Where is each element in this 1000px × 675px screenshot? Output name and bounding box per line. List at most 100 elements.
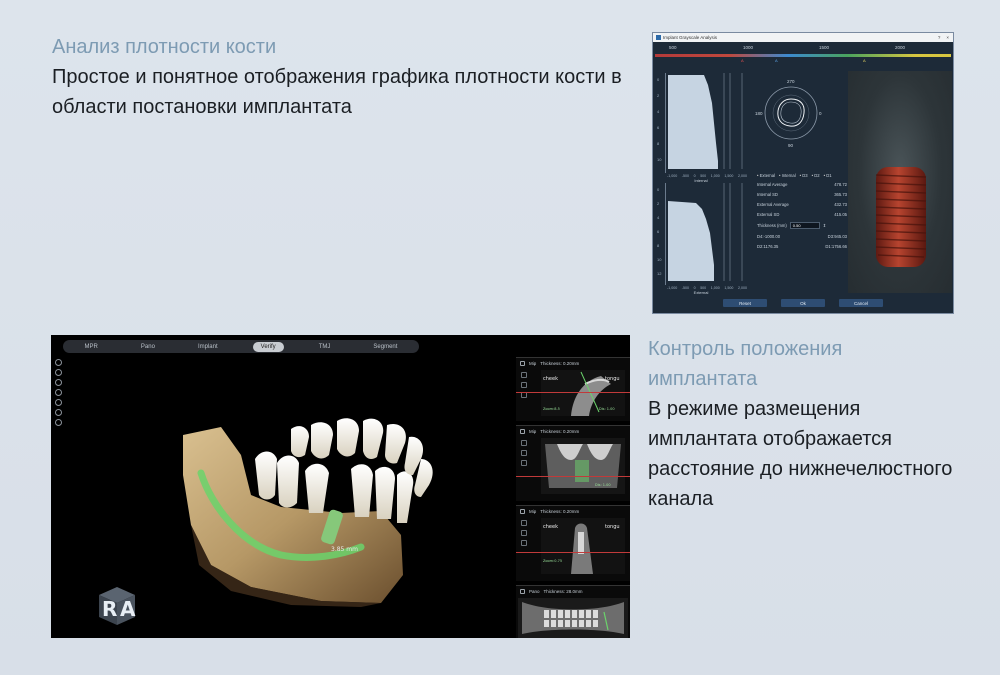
cross-section-viewport-3[interactable]: Mip Thickness: 0.20mm cheek tongu Zoom:0… bbox=[516, 505, 630, 581]
y-tick: 12 bbox=[657, 271, 662, 276]
position-heading: Контроль положения имплантата bbox=[648, 338, 843, 390]
stat-value: 365.73 bbox=[834, 192, 847, 197]
polar-label-top: 270 bbox=[787, 79, 795, 84]
orientation-cube-icon[interactable]: R A bbox=[93, 583, 143, 629]
ct-slice-image: Dis: 1.00 bbox=[541, 438, 625, 494]
ct-slice-image: cheek tongu Zoom:0.75 bbox=[541, 518, 625, 574]
tool-icon[interactable] bbox=[55, 419, 62, 426]
cube-letter-a: A bbox=[120, 597, 136, 621]
density-value: D2:1176.35 bbox=[757, 244, 779, 249]
svg-text:Zoom:0.75: Zoom:0.75 bbox=[543, 559, 562, 563]
cancel-button[interactable]: Cancel bbox=[839, 299, 883, 307]
density-value: D3:945.03 bbox=[827, 234, 847, 239]
y-tick: 4 bbox=[657, 109, 660, 114]
svg-text:Dis: 1.00: Dis: 1.00 bbox=[599, 407, 615, 411]
y-tick: 2 bbox=[657, 93, 660, 98]
spinner-icon[interactable]: ⇕ bbox=[823, 223, 827, 228]
help-button[interactable]: ? bbox=[938, 35, 941, 40]
stat-value: 415.05 bbox=[834, 212, 847, 217]
legend-item[interactable]: Internal bbox=[779, 173, 796, 178]
y-tick: 6 bbox=[657, 125, 660, 130]
stat-value: 478.72 bbox=[834, 182, 847, 187]
y-tick: 10 bbox=[657, 157, 662, 162]
thickness-label: Thickness (mm) bbox=[757, 223, 787, 228]
svg-text:Dis: 1.00: Dis: 1.00 bbox=[595, 483, 611, 487]
ct-slice-image: cheek tongu Zoom:8.5 Dis: 1.00 bbox=[541, 370, 625, 416]
tab-pano[interactable]: Pano bbox=[133, 342, 163, 352]
tool-icon[interactable] bbox=[55, 409, 62, 416]
stat-row: External SD 415.05 bbox=[757, 212, 847, 217]
external-density-area bbox=[668, 183, 743, 281]
tab-mpr[interactable]: MPR bbox=[77, 342, 106, 352]
reset-button[interactable]: Reset bbox=[723, 299, 767, 307]
stat-row: Internal Average 478.72 bbox=[757, 182, 847, 187]
y-tick: 2 bbox=[657, 201, 660, 206]
svg-text:Zoom:8.5: Zoom:8.5 bbox=[543, 407, 560, 411]
density-row: D2:1176.35 D1:1756.66 bbox=[757, 244, 847, 249]
viewport-mode: Mip bbox=[529, 361, 537, 366]
legend-item[interactable]: External bbox=[757, 173, 775, 178]
viewport-thickness: Thickness: 0.20mm bbox=[540, 509, 580, 514]
verify-window: MPR Pano Implant Verify TMJ Segment 3.85… bbox=[51, 335, 630, 638]
panoramic-image bbox=[518, 598, 628, 638]
stat-value: 432.73 bbox=[834, 202, 847, 207]
implant-3d-view[interactable] bbox=[848, 71, 952, 293]
tab-segment[interactable]: Segment bbox=[365, 342, 405, 352]
jaw-3d-render[interactable]: 3.85 mm bbox=[171, 415, 471, 615]
tool-icon[interactable] bbox=[55, 369, 62, 376]
internal-density-plot: 0 2 4 6 8 10 -1,000 -500 0 500 1,000 1,5… bbox=[655, 73, 747, 183]
density-value: D4:-1000.00 bbox=[757, 234, 781, 239]
svg-text:tongu: tongu bbox=[605, 376, 620, 382]
panoramic-viewport[interactable]: Pano Thickness: 28.0mm bbox=[516, 585, 630, 638]
stat-label: Internal SD bbox=[757, 192, 778, 197]
external-density-plot: 0 2 4 6 8 10 12 -1,000 -500 0 500 1,000 bbox=[655, 183, 747, 295]
dialog-buttons: Reset Ok Cancel bbox=[653, 299, 953, 307]
bar-marker[interactable]: A bbox=[863, 58, 866, 63]
thickness-row: Thickness (mm) 0.50 ⇕ bbox=[757, 222, 847, 229]
density-description: Простое и понятное отображения графика п… bbox=[52, 66, 622, 118]
stat-label: External Average bbox=[757, 202, 789, 207]
density-color-bar bbox=[655, 54, 951, 57]
app-icon bbox=[656, 35, 661, 40]
legend-item[interactable]: D3 bbox=[800, 173, 807, 178]
canal-distance-label: 3.85 mm bbox=[331, 546, 358, 553]
polar-label-right: 0 bbox=[819, 111, 822, 116]
y-tick: 8 bbox=[657, 243, 660, 248]
close-button[interactable]: × bbox=[946, 35, 949, 40]
tool-icon[interactable] bbox=[55, 359, 62, 366]
tool-icon[interactable] bbox=[55, 379, 62, 386]
tab-tmj[interactable]: TMJ bbox=[311, 342, 339, 352]
svg-text:cheek: cheek bbox=[543, 376, 558, 382]
thickness-input[interactable]: 0.50 bbox=[789, 222, 820, 229]
svg-text:cheek: cheek bbox=[543, 524, 558, 530]
stat-label: Internal Average bbox=[757, 182, 788, 187]
polar-label-left: 180 bbox=[755, 111, 763, 116]
density-scale-labels: 500 1000 1500 2000 bbox=[653, 45, 953, 51]
viewport-thickness: Thickness: 0.20mm bbox=[540, 361, 580, 366]
slide: Анализ плотности кости Простое и понятно… bbox=[0, 0, 1000, 675]
y-tick: 0 bbox=[657, 187, 660, 192]
svg-text:tongu: tongu bbox=[605, 524, 620, 530]
scale-label: 1500 bbox=[819, 45, 830, 50]
tab-implant[interactable]: Implant bbox=[190, 342, 226, 352]
position-description: В режиме размещения имплантата отображае… bbox=[648, 398, 953, 510]
ok-button[interactable]: Ok bbox=[781, 299, 825, 307]
tool-icon[interactable] bbox=[55, 399, 62, 406]
legend-item[interactable]: D1 bbox=[824, 173, 831, 178]
y-tick: 4 bbox=[657, 215, 660, 220]
cross-section-viewport-1[interactable]: Mip Thickness: 0.20mm cheek tongu Zoom:8… bbox=[516, 357, 630, 421]
view-toolbar bbox=[55, 359, 62, 426]
density-stats-panel: External Internal D3 D2 D1 Internal Aver… bbox=[757, 173, 847, 254]
viewport-mode: Pano bbox=[529, 589, 540, 594]
cube-letter-r: R bbox=[102, 597, 117, 621]
y-tick: 10 bbox=[657, 257, 662, 262]
stat-row: External Average 432.73 bbox=[757, 202, 847, 207]
bar-marker[interactable]: A bbox=[775, 58, 778, 63]
cross-section-viewport-2[interactable]: Mip Thickness: 0.20mm Dis: 1.00 bbox=[516, 425, 630, 501]
bar-marker[interactable]: A bbox=[741, 58, 744, 63]
tab-verify[interactable]: Verify bbox=[252, 341, 284, 352]
scale-label: 1000 bbox=[743, 45, 754, 50]
tool-icon[interactable] bbox=[55, 389, 62, 396]
density-row: D4:-1000.00 D3:945.03 bbox=[757, 234, 847, 239]
legend-item[interactable]: D2 bbox=[812, 173, 819, 178]
